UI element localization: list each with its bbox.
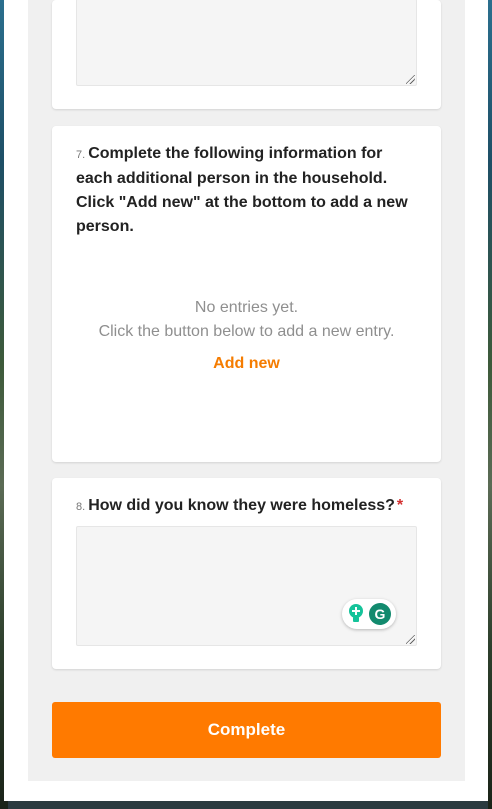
form-container: 7. Complete the following information for… — [28, 0, 465, 781]
grammarly-widget[interactable]: G — [342, 599, 396, 629]
previous-answer-textarea[interactable] — [76, 0, 417, 86]
empty-state: No entries yet. Click the button below t… — [52, 296, 441, 344]
question-7-label: 7. Complete the following information for… — [76, 142, 421, 239]
question-8-label: 8. How did you know they were homeless? * — [76, 494, 421, 519]
empty-state-title: No entries yet. — [194, 299, 299, 316]
question-7-card: 7. Complete the following information for… — [52, 126, 441, 462]
homeless-answer-textarea[interactable]: G — [76, 526, 417, 646]
required-asterisk: * — [396, 497, 404, 514]
question-text: How did you know they were homeless? — [88, 497, 395, 514]
question-number: 8. — [76, 501, 86, 513]
survey-modal: 7. Complete the following information for… — [4, 0, 488, 801]
question-8-card: 8. How did you know they were homeless? * … — [52, 478, 441, 669]
complete-button[interactable]: Complete — [52, 702, 441, 758]
lightbulb-plus-icon[interactable] — [347, 603, 365, 625]
empty-state-hint: Click the button below to add a new entr… — [98, 323, 395, 340]
resize-handle-icon[interactable] — [406, 635, 415, 644]
grammarly-icon[interactable]: G — [369, 603, 391, 625]
previous-question-card — [52, 0, 441, 109]
resize-handle-icon[interactable] — [406, 75, 415, 84]
background-edge-right — [488, 0, 492, 809]
question-number: 7. — [76, 149, 86, 161]
add-new-button[interactable]: Add new — [52, 355, 441, 373]
question-text: Complete the following information for e… — [76, 145, 408, 235]
